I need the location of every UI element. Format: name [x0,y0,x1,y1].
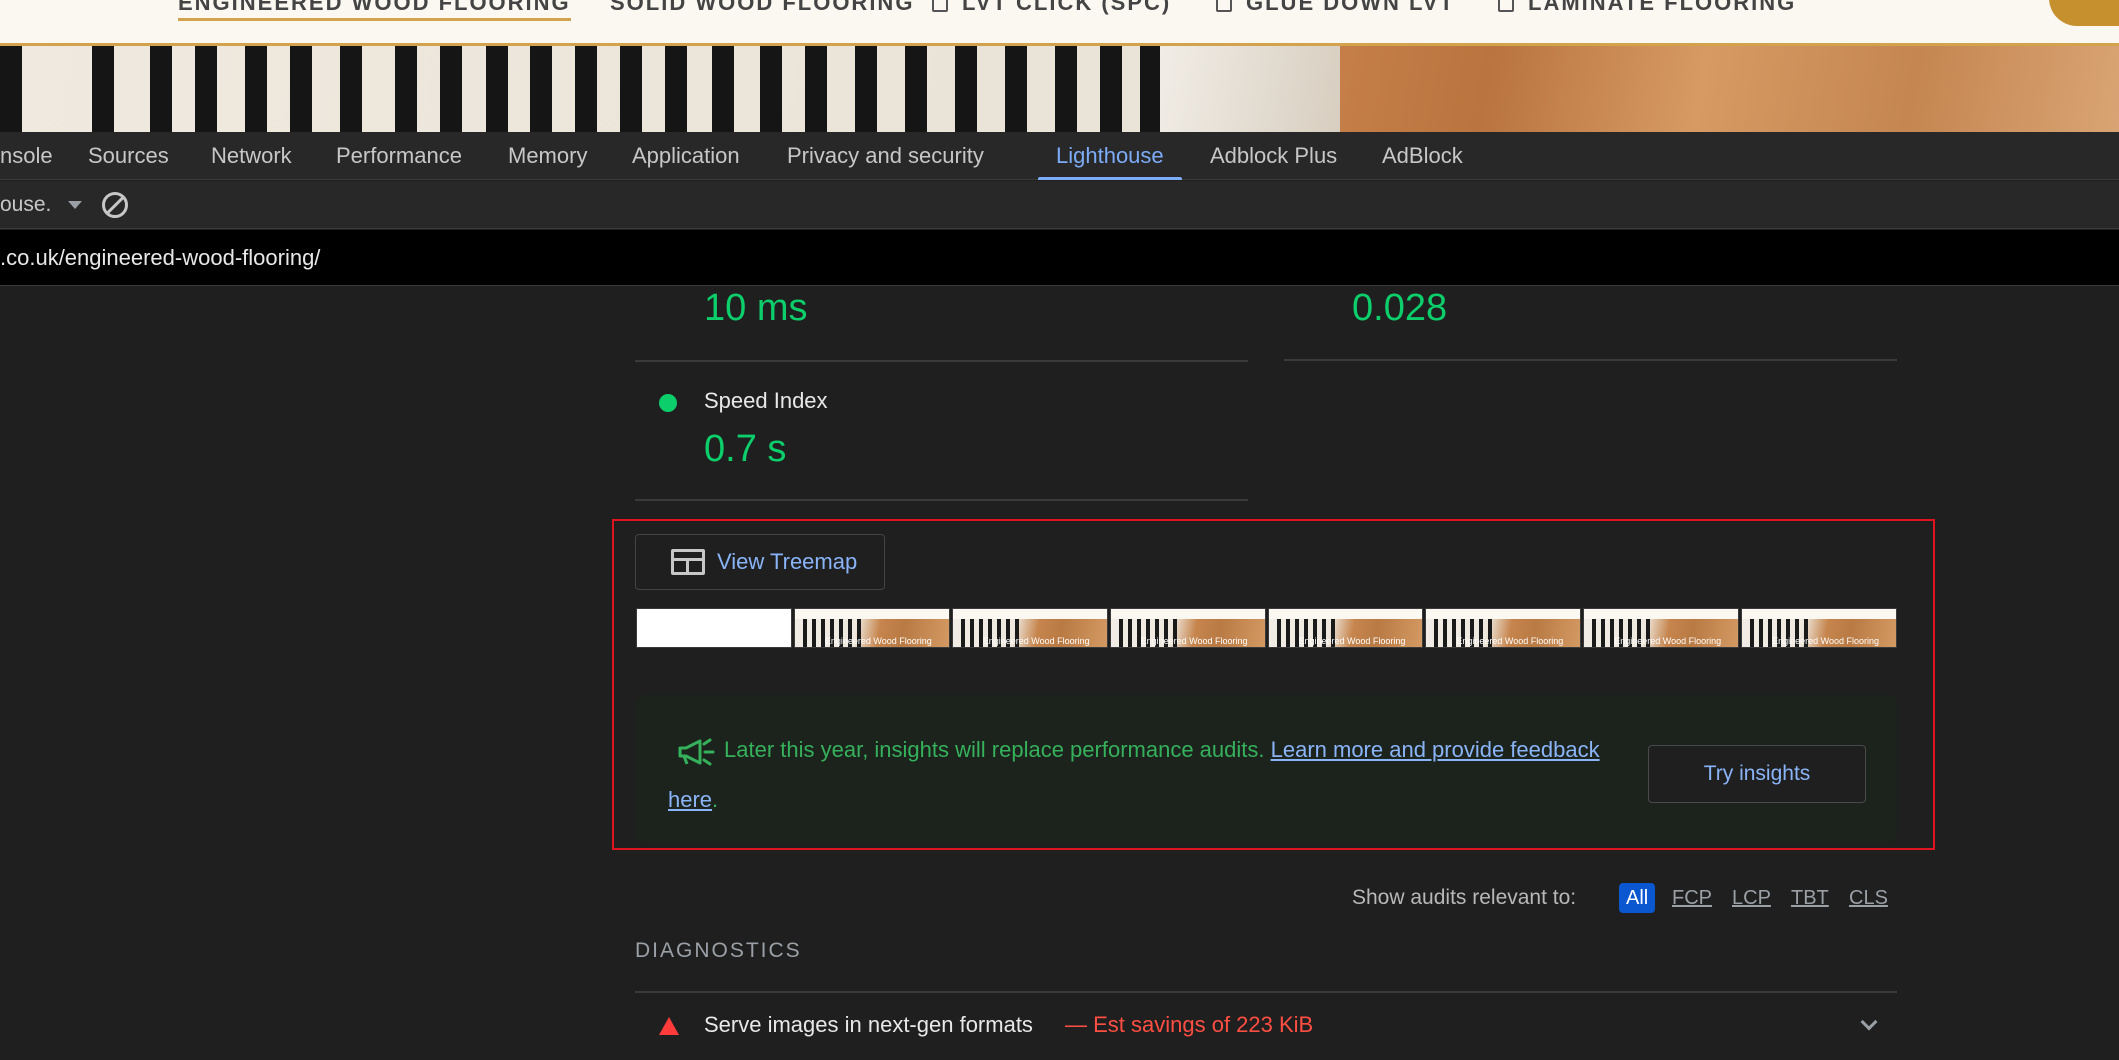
tab-console[interactable]: nsole [0,132,53,180]
site-nav-lvt-click[interactable]: LVT CLICK (SPC) [932,0,1171,16]
filmstrip-frame: Engineered Wood Flooring [1425,608,1582,648]
glue-icon [1216,0,1232,12]
hero-image [0,46,2119,132]
site-nav-laminate[interactable]: LAMINATE FLOORING [1498,0,1796,16]
filmstrip-frame: Engineered Wood Flooring [1109,608,1266,648]
pass-status-icon [659,394,677,412]
filmstrip: Engineered Wood Flooring Engineered Wood… [636,608,1897,648]
tab-memory[interactable]: Memory [508,132,587,180]
site-nav-engineered[interactable]: ENGINEERED WOOD FLOORING [178,0,571,21]
dropdown-caret-icon[interactable] [68,201,82,209]
filter-chip-all[interactable]: All [1619,883,1656,913]
fail-triangle-icon [659,1017,679,1035]
speed-index-value: 0.7 s [704,428,787,470]
filter-chip-cls[interactable]: CLS [1849,883,1888,913]
filmstrip-frame [636,608,792,648]
audit-savings: — Est savings of 223 KiB [1065,1012,1314,1037]
insights-banner: Later this year, insights will replace p… [636,695,1897,843]
site-navigation-bar: ENGINEERED WOOD FLOORING SOLID WOOD FLOO… [0,0,2119,46]
filmstrip-frame: Engineered Wood Flooring [1741,608,1897,648]
chevron-down-icon[interactable] [1860,1013,1878,1031]
tab-adblock-plus[interactable]: Adblock Plus [1210,132,1337,180]
tab-sources[interactable]: Sources [88,132,169,180]
tab-network[interactable]: Network [211,132,292,180]
devtools-tab-bar: nsole Sources Network Performance Memory… [0,132,2119,180]
site-nav-laminate-label: LAMINATE FLOORING [1528,0,1797,15]
site-nav-glue-down-label: GLUE DOWN LVT [1246,0,1455,15]
treemap-icon [671,549,705,575]
view-treemap-label: View Treemap [717,549,858,574]
filter-chip-tbt[interactable]: TBT [1791,883,1829,913]
view-treemap-button[interactable]: View Treemap [635,534,885,590]
tab-performance[interactable]: Performance [336,132,462,180]
tbt-value: 10 ms [704,287,808,329]
filter-label: Show audits relevant to: [1352,886,1577,909]
speed-index-title: Speed Index [704,388,828,413]
insights-text: Later this year, insights will replace p… [724,737,1271,762]
filter-chip-lcp[interactable]: LCP [1732,883,1771,913]
filmstrip-frame: Engineered Wood Flooring [1583,608,1740,648]
laminate-icon [1498,0,1514,12]
site-cta-button[interactable] [2049,0,2119,26]
filmstrip-frame: Engineered Wood Flooring [793,608,950,648]
insights-message: Later this year, insights will replace p… [668,725,1628,825]
try-insights-button[interactable]: Try insights [1648,745,1866,803]
tab-lighthouse[interactable]: Lighthouse [1038,132,1182,180]
site-nav-glue-down[interactable]: GLUE DOWN LVT [1216,0,1455,16]
filter-chip-fcp[interactable]: FCP [1672,883,1712,913]
report-url-bar: .co.uk/engineered-wood-flooring/ [0,230,2119,286]
insights-suffix: . [712,787,719,812]
audit-row[interactable]: Serve images in next-gen formats — Est s… [635,990,1897,1060]
lighthouse-report: 10 ms 0.028 Speed Index 0.7 s View Treem… [0,287,2119,1060]
clear-icon[interactable] [102,192,128,218]
tab-application[interactable]: Application [632,132,740,180]
lvt-icon [932,0,948,12]
site-nav-solid[interactable]: SOLID WOOD FLOORING [610,0,914,16]
tab-privacy-security[interactable]: Privacy and security [787,132,984,180]
report-select[interactable]: ouse. [0,181,51,229]
filmstrip-frame: Engineered Wood Flooring [1267,608,1424,648]
cls-value: 0.028 [1352,287,1448,329]
metric-divider [635,499,1248,501]
diagnostics-title: DIAGNOSTICS [635,939,802,962]
audit-title: Serve images in next-gen formats [704,1012,1033,1037]
metric-divider [1284,359,1897,361]
tab-adblock[interactable]: AdBlock [1382,132,1463,180]
report-url: .co.uk/engineered-wood-flooring/ [0,245,321,270]
metric-divider [635,360,1248,362]
site-nav-lvt-click-label: LVT CLICK (SPC) [962,0,1172,15]
lighthouse-toolbar: ouse. [0,181,2119,229]
filmstrip-frame: Engineered Wood Flooring [951,608,1108,648]
